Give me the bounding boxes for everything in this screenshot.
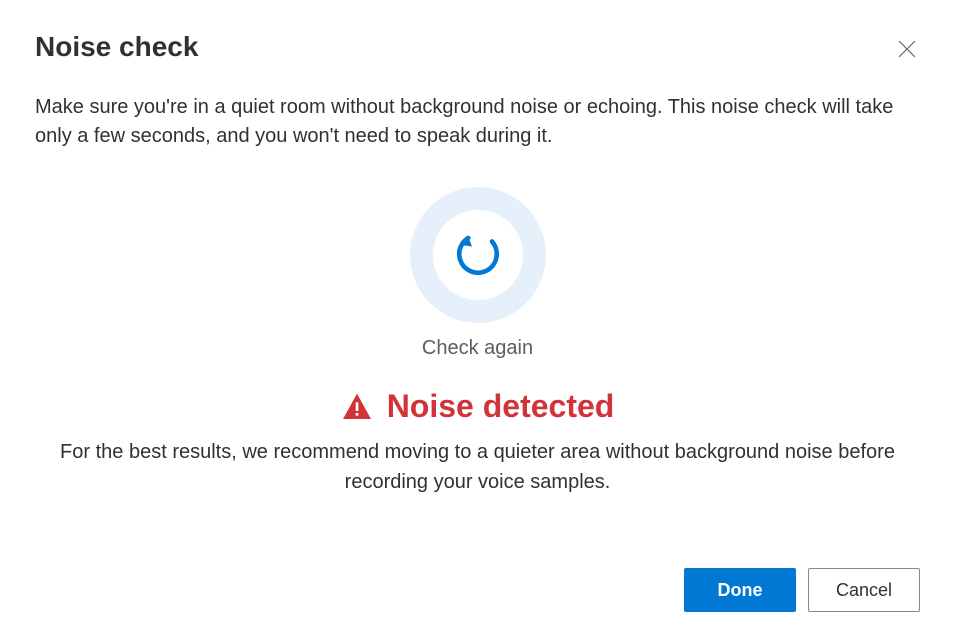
refresh-icon	[453, 229, 503, 282]
dialog-header: Noise check	[35, 30, 920, 65]
cancel-button[interactable]: Cancel	[808, 568, 920, 612]
check-button-inner	[433, 210, 523, 300]
warning-icon	[341, 391, 373, 423]
alert-message: For the best results, we recommend movin…	[38, 437, 918, 497]
close-icon	[898, 40, 916, 61]
check-area: Check again Noise detected For the best …	[35, 187, 920, 497]
alert-heading: Noise detected	[341, 388, 615, 425]
noise-check-dialog: Noise check Make sure you're in a quiet …	[0, 0, 955, 642]
check-again-label: Check again	[422, 337, 533, 360]
done-button[interactable]: Done	[684, 568, 796, 612]
dialog-description: Make sure you're in a quiet room without…	[35, 93, 920, 151]
check-again-button[interactable]	[410, 187, 546, 323]
dialog-title: Noise check	[35, 30, 198, 64]
close-button[interactable]	[894, 36, 920, 65]
alert-title: Noise detected	[387, 388, 615, 425]
dialog-footer: Done Cancel	[684, 568, 920, 612]
